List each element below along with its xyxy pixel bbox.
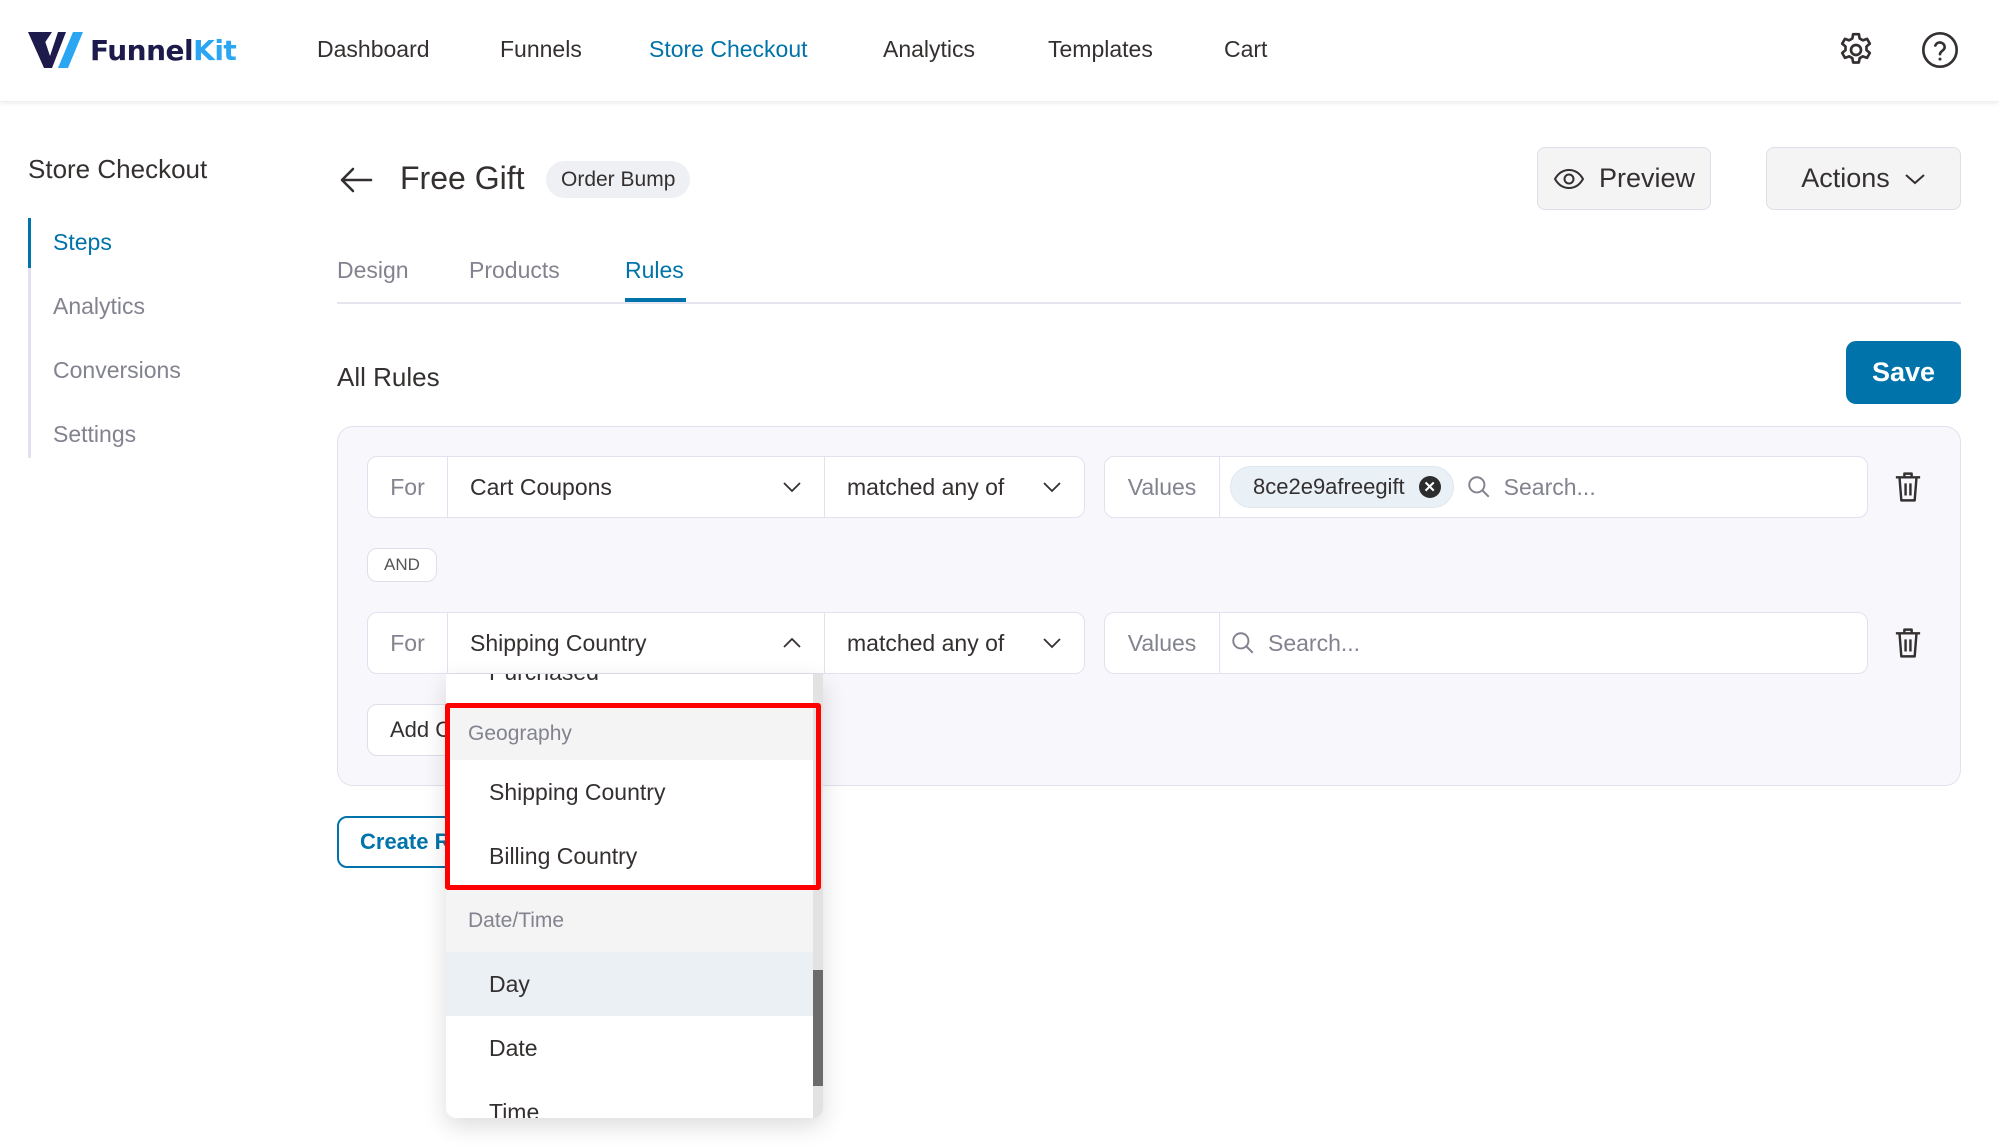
save-button[interactable]: Save bbox=[1846, 341, 1961, 404]
nav-templates[interactable]: Templates bbox=[1048, 36, 1153, 63]
search-icon bbox=[1232, 632, 1254, 654]
trash-icon[interactable] bbox=[1893, 626, 1923, 660]
eye-icon bbox=[1553, 168, 1585, 189]
dropdown-item-billing-country[interactable]: Billing Country bbox=[446, 824, 813, 888]
top-header: FunnelKit Dashboard Funnels Store Checko… bbox=[0, 0, 1999, 102]
funnelkit-logo[interactable]: FunnelKit bbox=[28, 30, 237, 70]
sidebar-item-conversions[interactable]: Conversions bbox=[53, 357, 181, 384]
sidebar-item-settings[interactable]: Settings bbox=[53, 421, 136, 448]
remove-chip-icon[interactable]: ✕ bbox=[1418, 476, 1441, 498]
dropdown-item-purchased[interactable]: Purchased bbox=[446, 674, 813, 692]
chevron-down-icon bbox=[783, 482, 801, 493]
condition-field-select-open[interactable]: Shipping Country bbox=[448, 613, 824, 673]
dropdown-group-date-time: Date/Time bbox=[446, 890, 813, 952]
chevron-up-icon bbox=[783, 637, 801, 648]
sidebar-item-analytics[interactable]: Analytics bbox=[53, 293, 145, 320]
for-label: For bbox=[368, 613, 448, 673]
condition-row-1: For Cart Coupons matched any of bbox=[367, 456, 1085, 518]
trash-icon[interactable] bbox=[1893, 470, 1923, 504]
dropdown-scrollbar-thumb[interactable] bbox=[813, 970, 823, 1086]
sidebar-active-indicator bbox=[28, 218, 31, 268]
values-input[interactable]: Search... bbox=[1220, 613, 1867, 673]
all-rules-heading: All Rules bbox=[337, 362, 440, 392]
chevron-down-icon bbox=[1043, 638, 1061, 649]
operator-value: matched any of bbox=[847, 473, 1005, 500]
logo-text: FunnelKit bbox=[90, 33, 237, 67]
search-placeholder: Search... bbox=[1268, 629, 1361, 656]
values-label: Values bbox=[1105, 457, 1220, 517]
condition-row-2: For Shipping Country matched any of bbox=[367, 612, 1085, 674]
page-title: Free Gift bbox=[400, 160, 525, 196]
dropdown-item-date[interactable]: Date bbox=[446, 1016, 813, 1080]
values-field-2: Values Search... bbox=[1104, 612, 1868, 674]
nav-analytics[interactable]: Analytics bbox=[883, 36, 975, 63]
and-joiner: AND bbox=[367, 548, 437, 582]
chevron-down-icon bbox=[1905, 173, 1925, 184]
search-icon bbox=[1467, 476, 1490, 498]
sidebar-title: Store Checkout bbox=[28, 154, 208, 184]
field-dropdown-menu: Purchased Geography Shipping Country Bil… bbox=[446, 674, 823, 1118]
chip-label: 8ce2e9afreegift bbox=[1253, 474, 1405, 499]
nav-store-checkout[interactable]: Store Checkout bbox=[649, 36, 808, 63]
preview-button[interactable]: Preview bbox=[1537, 147, 1711, 210]
dropdown-item-day[interactable]: Day bbox=[446, 952, 813, 1016]
tabs-divider bbox=[337, 302, 1961, 304]
values-field-1: Values 8ce2e9afreegift ✕ Search... bbox=[1104, 456, 1868, 518]
funnelkit-logo-icon bbox=[28, 32, 83, 68]
dropdown-item-shipping-country[interactable]: Shipping Country bbox=[446, 760, 813, 824]
tab-rules[interactable]: Rules bbox=[625, 257, 684, 284]
actions-button[interactable]: Actions bbox=[1766, 147, 1961, 210]
chevron-down-icon bbox=[1043, 482, 1061, 493]
field-value: Cart Coupons bbox=[470, 473, 612, 500]
nav-dashboard[interactable]: Dashboard bbox=[317, 36, 430, 63]
tab-products[interactable]: Products bbox=[469, 257, 560, 284]
nav-cart[interactable]: Cart bbox=[1224, 36, 1267, 63]
search-placeholder: Search... bbox=[1503, 473, 1596, 500]
for-label: For bbox=[368, 457, 448, 517]
help-icon[interactable] bbox=[1920, 30, 1960, 70]
active-tab-indicator bbox=[625, 298, 686, 302]
back-arrow-icon[interactable] bbox=[337, 160, 377, 200]
values-label: Values bbox=[1105, 613, 1220, 673]
condition-operator-select[interactable]: matched any of bbox=[824, 613, 1084, 673]
condition-field-select[interactable]: Cart Coupons bbox=[448, 457, 824, 517]
condition-operator-select[interactable]: matched any of bbox=[824, 457, 1084, 517]
preview-label: Preview bbox=[1598, 163, 1696, 193]
value-chip: 8ce2e9afreegift ✕ bbox=[1230, 466, 1454, 508]
actions-label: Actions bbox=[1801, 163, 1890, 193]
step-type-badge: Order Bump bbox=[546, 161, 691, 198]
dropdown-item-time[interactable]: Time bbox=[446, 1080, 813, 1119]
tab-design[interactable]: Design bbox=[337, 257, 409, 284]
field-value: Shipping Country bbox=[470, 629, 647, 656]
values-input[interactable]: 8ce2e9afreegift ✕ Search... bbox=[1220, 457, 1867, 517]
operator-value: matched any of bbox=[847, 629, 1005, 656]
gear-icon[interactable] bbox=[1836, 30, 1876, 70]
dropdown-group-geography: Geography bbox=[446, 708, 813, 760]
sidebar-item-steps[interactable]: Steps bbox=[53, 229, 112, 256]
nav-funnels[interactable]: Funnels bbox=[500, 36, 582, 63]
